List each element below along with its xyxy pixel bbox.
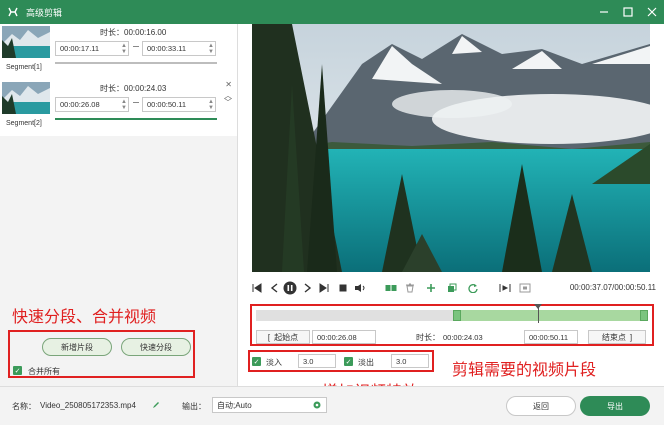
selected-range bbox=[456, 310, 648, 321]
title-bar: 高级剪辑 bbox=[0, 0, 664, 24]
bottom-bar: 名称： Video_250805172353.mp4 输出： 自动;Auto 返… bbox=[0, 386, 664, 425]
segment-progress bbox=[55, 118, 217, 120]
fade-in-checkbox[interactable]: ✓ bbox=[252, 357, 261, 366]
fade-out-field[interactable]: 3.0 bbox=[391, 354, 429, 368]
segment-progress bbox=[55, 62, 217, 64]
go-to-end-icon[interactable] bbox=[318, 282, 330, 294]
segment-start-time[interactable]: 00:00:26.08 bbox=[55, 97, 129, 112]
minimize-icon[interactable] bbox=[598, 6, 610, 18]
set-start-button[interactable]: [起始点 bbox=[256, 330, 310, 344]
fade-in-label: 淡入 bbox=[266, 358, 282, 367]
playback-timecode: 00:00:37.07/00:00:50.11 bbox=[569, 283, 656, 292]
fade-out-label: 淡出 bbox=[358, 358, 374, 367]
segment-duration: 时长：00:00:24.03 bbox=[100, 84, 167, 93]
start-time-spinner[interactable]: ▲ ▼ bbox=[120, 41, 128, 56]
add-icon[interactable] bbox=[425, 282, 437, 294]
segment-label: Segment[2] bbox=[6, 120, 42, 127]
trim-start-field[interactable]: 00:00:26.08 bbox=[312, 330, 376, 344]
go-to-start-icon[interactable] bbox=[251, 282, 263, 294]
settings-gear-icon[interactable] bbox=[312, 400, 322, 412]
segment-thumbnail bbox=[2, 82, 50, 114]
add-segment-button[interactable]: 新增片段 bbox=[42, 338, 112, 356]
maximize-icon[interactable] bbox=[622, 6, 634, 18]
segment-item[interactable]: Segment[1] 时长：00:00:16.00 00:00:17.11 ▲ ▼… bbox=[0, 24, 237, 80]
pause-icon[interactable] bbox=[283, 281, 297, 295]
end-time-spinner[interactable]: ▲ ▼ bbox=[207, 97, 215, 112]
set-end-button[interactable]: 结束点] bbox=[588, 330, 646, 344]
timeline-track[interactable] bbox=[256, 310, 648, 321]
trim-start-handle[interactable] bbox=[453, 310, 461, 321]
delete-icon[interactable] bbox=[404, 282, 416, 294]
mark-out-icon[interactable] bbox=[519, 282, 531, 294]
close-icon[interactable] bbox=[646, 6, 658, 18]
segment-end-time[interactable]: 00:00:50.11 bbox=[142, 97, 216, 112]
range-separator bbox=[133, 46, 139, 47]
annotation-trim: 剪辑需要的视频片段 bbox=[452, 362, 597, 379]
trim-end-field[interactable]: 00:00:50.11 bbox=[524, 330, 578, 344]
trim-end-handle[interactable] bbox=[640, 310, 648, 321]
output-select[interactable]: 自动;Auto bbox=[212, 397, 327, 413]
copy-icon[interactable] bbox=[446, 282, 458, 294]
playhead-marker bbox=[534, 304, 542, 309]
previous-frame-icon[interactable] bbox=[268, 282, 280, 294]
segment-thumbnail bbox=[2, 26, 50, 58]
trim-duration-label: 时长： bbox=[416, 333, 440, 342]
export-button[interactable]: 导出 bbox=[580, 396, 650, 416]
segment-item[interactable]: Segment[2] 时长：00:00:24.03 00:00:26.08 ▲ ▼… bbox=[0, 80, 237, 136]
edit-name-icon[interactable] bbox=[152, 400, 161, 411]
volume-icon[interactable] bbox=[354, 282, 366, 294]
video-preview bbox=[252, 24, 650, 272]
trim-duration: 00:00:24.03 bbox=[439, 330, 495, 344]
output-label: 输出： bbox=[182, 402, 206, 411]
end-time-spinner[interactable]: ▲ ▼ bbox=[207, 41, 215, 56]
annotation-split-merge: 快速分段、合并视频 bbox=[12, 309, 157, 326]
reset-icon[interactable] bbox=[467, 282, 479, 294]
mark-in-icon[interactable] bbox=[499, 282, 511, 294]
range-separator bbox=[133, 102, 139, 103]
split-icon[interactable] bbox=[385, 282, 397, 294]
quick-split-button[interactable]: 快速分段 bbox=[121, 338, 191, 356]
app-logo-icon bbox=[6, 5, 20, 19]
name-label: 名称： bbox=[12, 402, 36, 411]
segment-label: Segment[1] bbox=[6, 64, 42, 71]
merge-all-checkbox[interactable]: ✓ bbox=[13, 366, 22, 375]
start-time-spinner[interactable]: ▲ ▼ bbox=[120, 97, 128, 112]
window-title: 高级剪辑 bbox=[26, 7, 63, 18]
move-down-icon[interactable]: ﹀ bbox=[224, 97, 232, 108]
back-button[interactable]: 返回 bbox=[506, 396, 576, 416]
delete-segment-icon[interactable]: ✕ bbox=[225, 80, 232, 89]
fade-out-checkbox[interactable]: ✓ bbox=[344, 357, 353, 366]
file-name: Video_250805172353.mp4 bbox=[40, 401, 136, 410]
merge-all-label: 合并所有 bbox=[28, 367, 60, 376]
next-frame-icon[interactable] bbox=[302, 282, 314, 294]
stop-icon[interactable] bbox=[337, 282, 349, 294]
segment-duration: 时长：00:00:16.00 bbox=[100, 28, 167, 37]
segment-start-time[interactable]: 00:00:17.11 bbox=[55, 41, 129, 56]
fade-in-field[interactable]: 3.0 bbox=[298, 354, 336, 368]
segment-end-time[interactable]: 00:00:33.11 bbox=[142, 41, 216, 56]
